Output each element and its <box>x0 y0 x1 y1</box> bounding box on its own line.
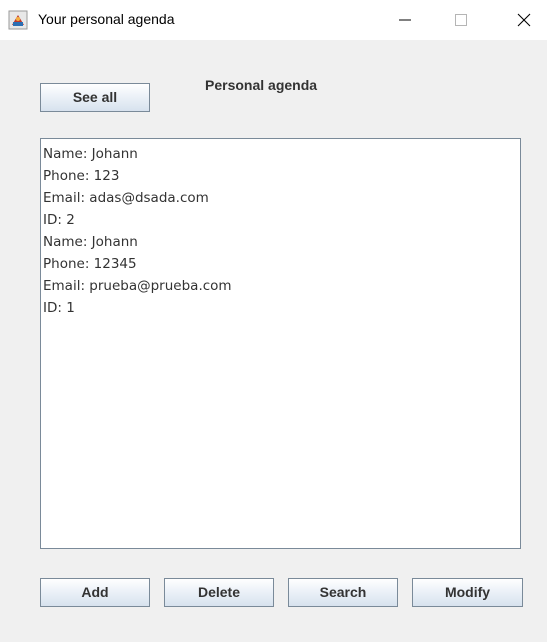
output-line: Name: Johann <box>43 146 138 162</box>
maximize-button[interactable] <box>438 0 484 40</box>
maximize-icon <box>455 14 467 26</box>
output-line: Phone: 123 <box>43 168 120 184</box>
close-button[interactable] <box>501 0 547 40</box>
output-line: ID: 1 <box>43 300 75 316</box>
agenda-output-textarea[interactable]: Name: Johann Phone: 123 Email: adas@dsad… <box>40 138 521 549</box>
agenda-window: Your personal agenda Personal agenda See… <box>0 0 547 642</box>
window-title: Your personal agenda <box>38 11 175 27</box>
see-all-button[interactable]: See all <box>40 83 150 112</box>
output-line: ID: 2 <box>43 212 75 228</box>
java-app-icon <box>8 10 28 30</box>
search-button[interactable]: Search <box>288 578 398 607</box>
page-title: Personal agenda <box>205 77 318 93</box>
output-line: Email: prueba@prueba.com <box>43 278 232 294</box>
output-line: Email: adas@dsada.com <box>43 190 209 206</box>
minimize-button[interactable] <box>382 0 428 40</box>
delete-button[interactable]: Delete <box>164 578 274 607</box>
output-line: Phone: 12345 <box>43 256 137 272</box>
modify-button[interactable]: Modify <box>412 578 523 607</box>
output-line: Name: Johann <box>43 234 138 250</box>
title-bar[interactable]: Your personal agenda <box>0 0 547 40</box>
close-icon <box>517 13 531 27</box>
minimize-icon <box>399 19 411 21</box>
add-button[interactable]: Add <box>40 578 150 607</box>
